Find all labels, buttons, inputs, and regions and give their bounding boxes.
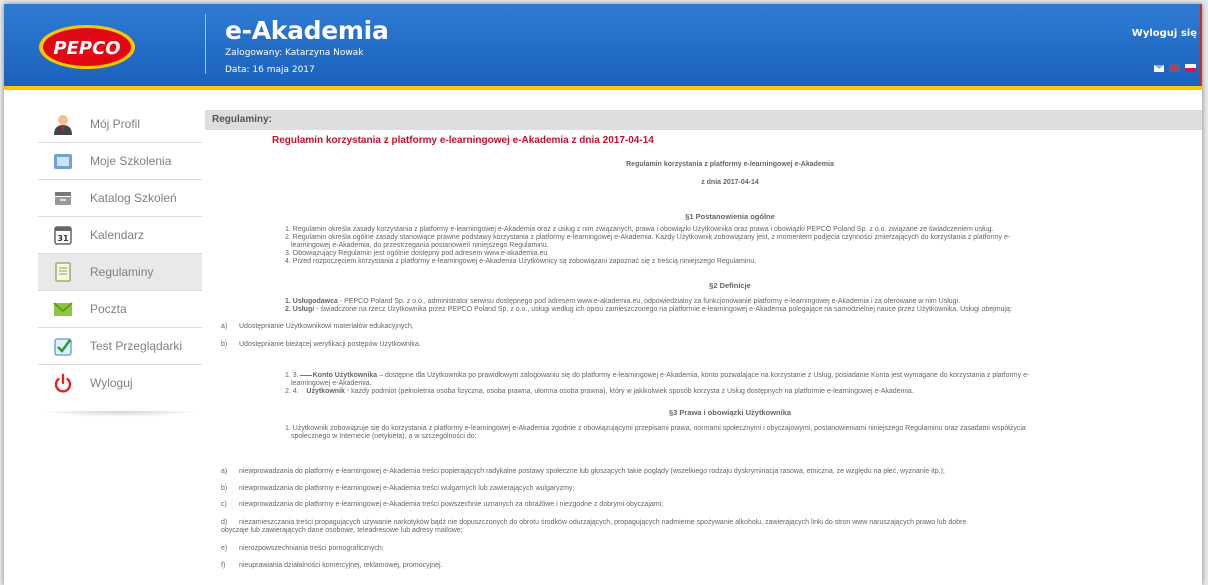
paragraph: 1. Użytkownik zobowiązuje się do korzyst…	[285, 425, 1026, 432]
sidebar-item-browser-test[interactable]: Test Przeglądarki	[38, 328, 202, 365]
app-title: e-Akademia	[225, 16, 389, 45]
logout-link[interactable]: Wyloguj się	[1132, 28, 1197, 39]
section-3-heading: §3 Prawa i obowiązki Użytkownika	[668, 408, 792, 417]
section-2-definitions: 1. Usługodawca - PEPCO Poland Sp. z o.o.…	[285, 298, 1135, 314]
sidebar-item-logout[interactable]: Wyloguj	[38, 365, 202, 401]
sidebar-item-label: Kalendarz	[90, 228, 145, 242]
section-2-definitions-cont: 1. 3. Konto Użytkownika – dostępne dla Uż…	[285, 372, 1135, 396]
sidebar-item-label: Wyloguj	[90, 376, 133, 390]
catalog-icon	[55, 192, 71, 205]
sidebar-item-my-profile[interactable]: Mój Profil	[38, 106, 202, 143]
list-item: e) nierozpowszechniania treści pornografi…	[221, 545, 384, 552]
paragraph: learningowej e-Akademia.	[291, 380, 372, 387]
header-divider	[205, 14, 206, 74]
section-1-heading: §1 Postanowienia ogólne	[685, 212, 775, 221]
document-title: Regulamin korzystania z platformy e-lear…	[272, 135, 654, 146]
user-icon	[54, 115, 72, 135]
sidebar-item-calendar[interactable]: 31 Kalendarz	[38, 217, 202, 254]
header-bar: PEPCO e-Akademia Zalogowany: Katarzyna N…	[4, 4, 1202, 86]
power-icon	[54, 373, 72, 393]
list-item: a) niewprowadzania do platformy e-learnin…	[221, 468, 945, 475]
envelope-icon[interactable]	[1154, 64, 1164, 72]
sidebar-item-label: Moje Szkolenia	[90, 154, 172, 168]
app-window: PEPCO e-Akademia Zalogowany: Katarzyna N…	[4, 4, 1202, 585]
list-item: a) Udostępnianie Użytkownikowi materiałów…	[221, 323, 414, 330]
sidebar-shadow	[38, 411, 202, 417]
document-date: z dnia 2017-04-14	[701, 179, 759, 186]
definition-term: 1. Usługodawca	[285, 298, 338, 305]
definition-term: Konto Użytkownika	[312, 372, 378, 379]
document-icon	[55, 262, 71, 282]
sidebar-item-mail[interactable]: Poczta	[38, 291, 202, 328]
sidebar-menu: Mój Profil Moje Szkolenia Katalog Szkole…	[38, 106, 202, 401]
definition-item: 1. 3. Konto Użytkownika – dostępne dla Uż…	[285, 372, 1030, 379]
pepco-logo[interactable]: PEPCO	[38, 24, 136, 70]
definition-item: 1. Usługodawca - PEPCO Poland Sp. z o.o.…	[285, 298, 1135, 306]
paragraph: 4. Przed rozpoczęciem korzystania z plat…	[285, 258, 757, 265]
courses-icon	[54, 154, 72, 169]
paragraph: learningowej e-Akademia, do przestrzegan…	[291, 242, 549, 249]
sidebar-item-label: Regulaminy	[90, 265, 154, 279]
document-subtitle: Regulamin korzystania z platformy e-lear…	[626, 161, 834, 168]
list-item: b) niewprowadzania do platformy e-learnin…	[221, 485, 575, 492]
list-item: d) niezamieszczania treści propagujących …	[221, 519, 967, 534]
sidebar-item-label: Poczta	[90, 302, 127, 316]
sidebar-item-regulations[interactable]: Regulaminy	[38, 254, 202, 291]
list-item: f) nieuprawiania działalności komercyjnej…	[221, 562, 443, 569]
section-title: Regulaminy:	[212, 114, 273, 125]
sidebar-item-my-courses[interactable]: Moje Szkolenia	[38, 143, 202, 180]
sidebar-item-label: Katalog Szkoleń	[90, 191, 177, 205]
definition-term: Użytkownik	[306, 388, 345, 395]
sidebar-item-catalog[interactable]: Katalog Szkoleń	[38, 180, 202, 217]
definition-text: - PEPCO Poland Sp. z o.o., administrator…	[337, 298, 961, 305]
section-2-heading: §2 Definicje	[709, 281, 751, 290]
logged-in-user: Zalogowany: Katarzyna Nowak	[225, 48, 364, 58]
sidebar-item-label: Mój Profil	[90, 117, 141, 131]
definition-text: - świadczone na rzecz Użytkownika przez …	[314, 306, 1012, 313]
section-3-intro: 1. Użytkownik zobowiązuje się do korzyst…	[285, 425, 1135, 441]
definition-item: 2. Usługi - świadczone na rzecz Użytkown…	[285, 306, 1135, 314]
header-stripe	[4, 86, 1202, 90]
paragraph: 1. Regulamin określa zasady korzystania …	[285, 226, 994, 233]
section-1-body: 1. Regulamin określa zasady korzystania …	[285, 226, 1135, 266]
list-item: c) niewprowadzania do platformy e-learnin…	[221, 501, 664, 508]
definition-item: 2. 4. Użytkownik - każdy podmiot (pełnol…	[285, 388, 914, 395]
checkbox-icon	[54, 338, 72, 356]
list-item: b) Udostępnianie bieżącej weryfikacji pos…	[221, 341, 421, 348]
definition-term: 2. Usługi	[285, 306, 315, 313]
paragraph: 3. Obowiązujący Regulamin jest ogólnie d…	[285, 250, 548, 257]
flag-pl-icon[interactable]	[1185, 64, 1196, 72]
calendar-icon: 31	[54, 226, 72, 245]
paragraph: 2. Regulamin określa ogólne zasady stano…	[285, 234, 1011, 241]
current-date: Data: 16 maja 2017	[225, 65, 315, 75]
flag-uk-icon[interactable]	[1169, 64, 1180, 72]
window-edge	[1200, 4, 1202, 86]
sidebar-item-label: Test Przeglądarki	[90, 339, 183, 353]
svg-text:31: 31	[57, 234, 69, 243]
section-header: Regulaminy:	[205, 110, 1202, 130]
header-icons	[1154, 63, 1196, 73]
svg-text:PEPCO: PEPCO	[53, 38, 120, 59]
mail-icon	[53, 302, 73, 316]
paragraph: społecznego w Internecie (netykieta), a …	[291, 433, 477, 440]
